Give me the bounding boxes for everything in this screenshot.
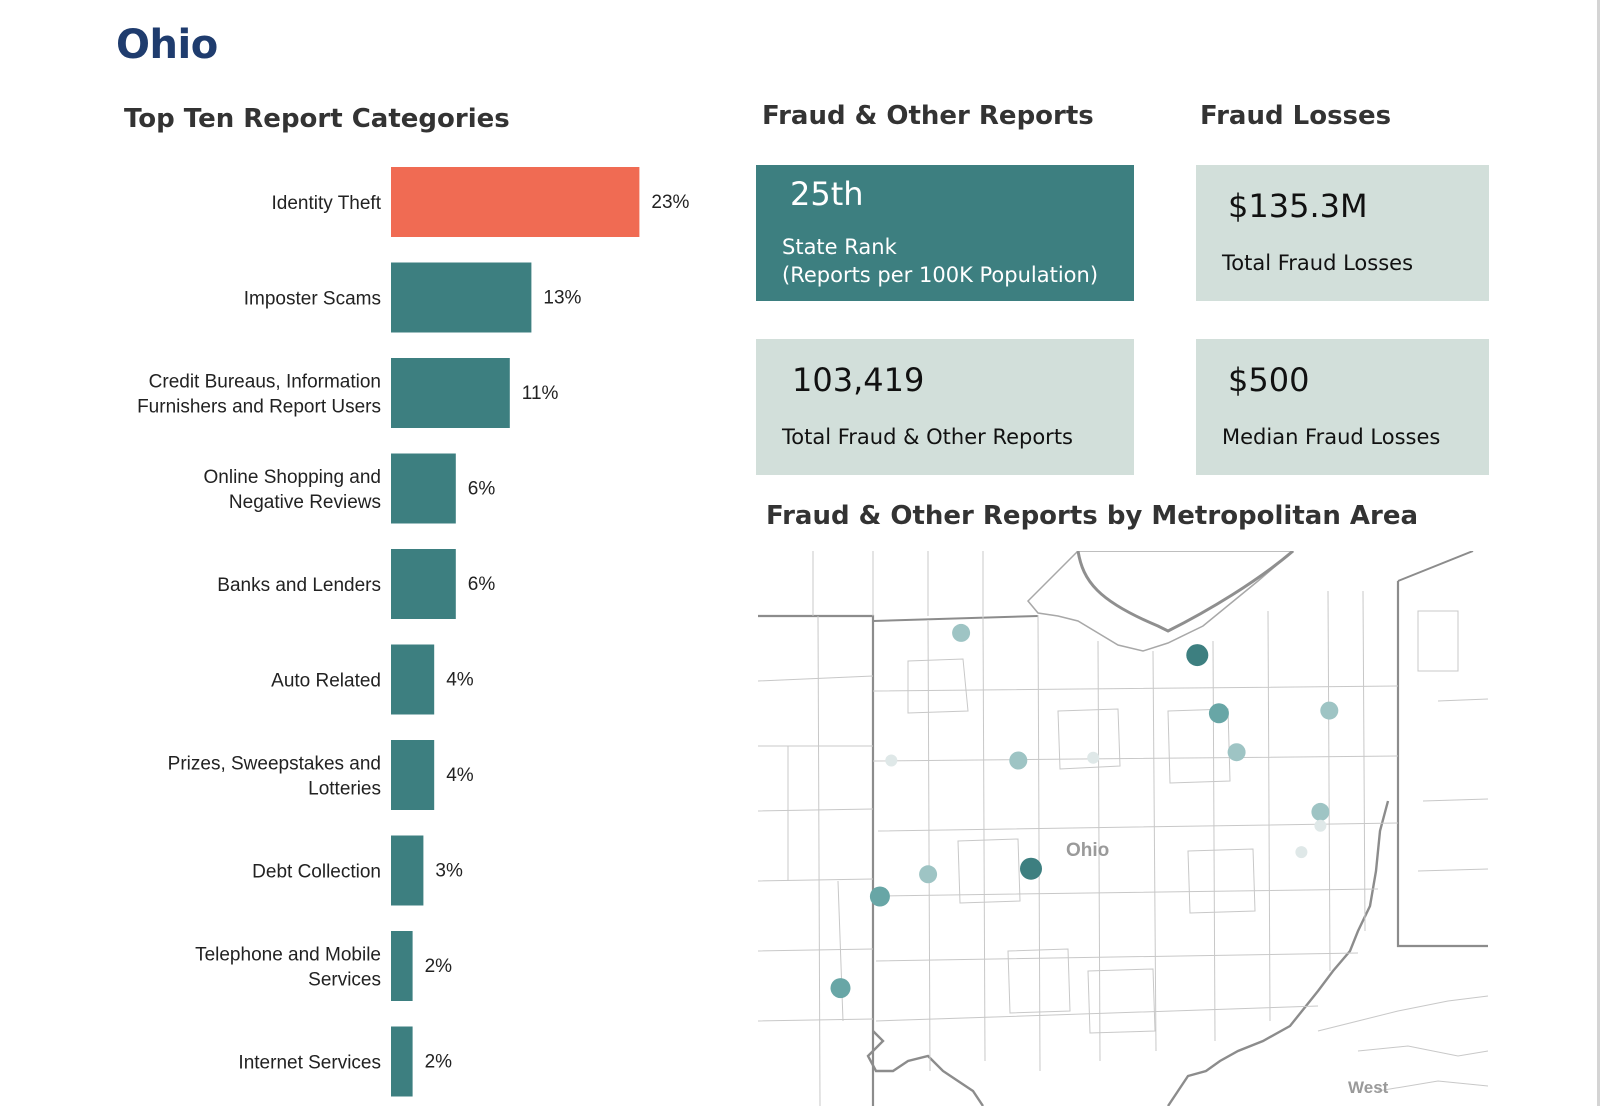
category-label-4: Banks and Lenders (217, 575, 381, 596)
metro-point-0[interactable] (830, 978, 851, 999)
data-label-1: 13% (543, 288, 581, 309)
metro-point-7[interactable] (1087, 751, 1100, 764)
metro-point-8[interactable] (1186, 644, 1209, 667)
metro-point-1[interactable] (869, 886, 890, 907)
bar-1 (391, 262, 532, 333)
ohio-map-svg: Ohio West (758, 551, 1488, 1106)
metro-point-6[interactable] (885, 754, 898, 767)
data-label-6: 4% (446, 765, 474, 786)
fraud-reports-title: Fraud & Other Reports (762, 101, 1094, 131)
map-state-label: Ohio (1066, 840, 1109, 861)
category-label-0: Identity Theft (272, 193, 382, 214)
data-label-3: 6% (468, 479, 496, 500)
category-label-5: Auto Related (271, 671, 381, 692)
category-label-1: Imposter Scams (244, 289, 381, 310)
category-label-2: Credit Bureaus, Information Furnishers an… (137, 372, 381, 418)
total-reports-value: 103,419 (792, 361, 925, 399)
bar-9 (391, 1026, 413, 1097)
total-losses-value: $135.3M (1228, 187, 1368, 225)
bar-4 (391, 549, 456, 619)
total-reports-card: 103,419 Total Fraud & Other Reports (756, 339, 1134, 475)
metro-title: Fraud & Other Reports by Metropolitan Ar… (766, 501, 1419, 531)
bar-6 (391, 740, 435, 810)
bar-2 (391, 358, 510, 428)
data-label-7: 3% (435, 861, 463, 882)
bar-7 (391, 835, 424, 906)
metro-point-11[interactable] (1320, 701, 1339, 720)
data-label-4: 6% (468, 574, 496, 595)
category-label-8: Telephone and Mobile Services (195, 945, 381, 991)
category-label-3: Online Shopping and Negative Reviews (204, 467, 381, 513)
category-label-9: Internet Services (238, 1053, 381, 1074)
total-reports-label: Total Fraud & Other Reports (782, 425, 1073, 449)
metro-point-12[interactable] (1311, 802, 1330, 821)
data-label-9: 2% (425, 1052, 453, 1073)
total-losses-label: Total Fraud Losses (1222, 251, 1414, 275)
data-label-8: 2% (425, 956, 453, 977)
metro-point-2[interactable] (919, 865, 938, 884)
bar-3 (391, 453, 456, 524)
median-losses-label: Median Fraud Losses (1222, 425, 1441, 449)
metro-point-10[interactable] (1227, 743, 1246, 762)
bar-5 (391, 644, 435, 715)
bar-0 (391, 167, 640, 237)
category-label-6: Prizes, Sweepstakes and Lotteries (168, 754, 381, 800)
map-neighbor-label: West (1348, 1078, 1389, 1097)
total-losses-card: $135.3M Total Fraud Losses (1196, 165, 1489, 301)
median-losses-card: $500 Median Fraud Losses (1196, 339, 1489, 475)
metro-point-13[interactable] (1295, 846, 1308, 859)
state-rank-label: State Rank (Reports per 100K Population) (782, 235, 1099, 287)
metro-point-5[interactable] (1009, 751, 1028, 770)
median-losses-value: $500 (1228, 361, 1310, 399)
metro-map: Ohio West (758, 551, 1488, 1106)
fraud-losses-title: Fraud Losses (1200, 101, 1392, 131)
data-label-0: 23% (651, 192, 689, 213)
metro-point-14[interactable] (1314, 819, 1327, 832)
category-label-7: Debt Collection (252, 862, 381, 883)
data-label-5: 4% (446, 670, 474, 691)
metro-point-3[interactable] (1020, 857, 1042, 880)
metro-point-4[interactable] (952, 623, 971, 642)
metro-point-9[interactable] (1208, 703, 1229, 724)
state-rank-value: 25th (790, 175, 864, 213)
data-label-2: 11% (522, 383, 559, 404)
bar-8 (391, 931, 413, 1001)
top-ten-bar-chart: Identity Theft 23% Imposter Scams 13% Credit… (137, 167, 690, 1097)
state-rank-card: 25th State Rank (Reports per 100K Popula… (756, 165, 1134, 301)
